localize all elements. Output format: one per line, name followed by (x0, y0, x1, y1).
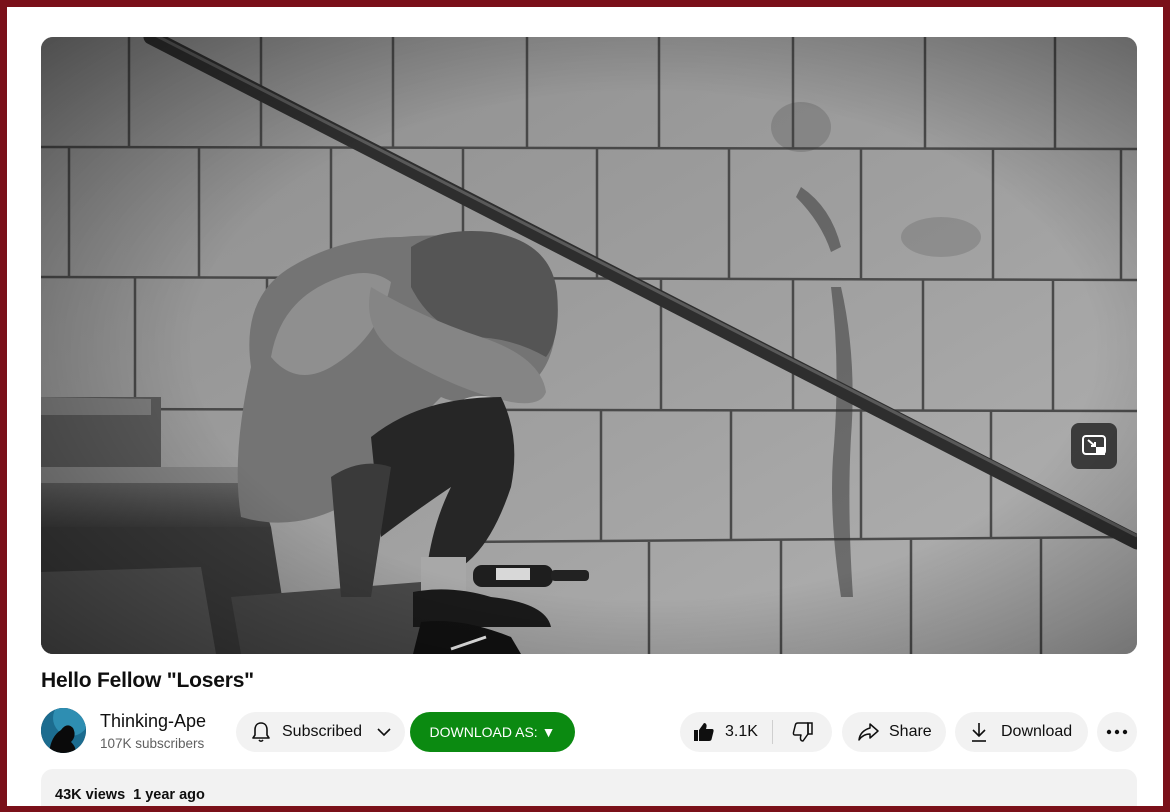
download-icon (969, 721, 989, 743)
miniplayer-icon (1082, 435, 1106, 455)
more-actions-button[interactable] (1097, 712, 1137, 752)
video-title: Hello Fellow "Losers" (41, 669, 254, 692)
download-as-button[interactable]: DOWNLOAD AS: ▼ (410, 712, 575, 752)
thumbs-down-icon (791, 720, 815, 744)
view-count: 43K views (55, 787, 126, 803)
description-box[interactable]: 43K views 1 year ago (41, 769, 1137, 806)
upload-age: 1 year ago (133, 787, 205, 803)
share-button[interactable]: Share (842, 712, 946, 752)
like-count: 3.1K (725, 723, 758, 740)
channel-name[interactable]: Thinking-Ape (100, 711, 206, 732)
download-button[interactable]: Download (955, 712, 1088, 752)
more-horizontal-icon (1106, 729, 1128, 735)
share-label: Share (889, 723, 932, 740)
channel-avatar[interactable] (41, 708, 86, 753)
download-label: Download (1001, 723, 1073, 740)
like-dislike-group: 3.1K (680, 712, 832, 752)
video-frame-image (41, 37, 1137, 654)
like-button[interactable]: 3.1K (680, 712, 772, 752)
subscribed-button[interactable]: Subscribed (236, 712, 405, 752)
chevron-down-icon (374, 722, 394, 742)
page-frame: Hello Fellow "Losers" Thinking-Ape 107K … (7, 7, 1163, 806)
subscriber-count: 107K subscribers (100, 736, 205, 751)
avatar-image (41, 708, 86, 753)
thumbs-up-icon (692, 720, 716, 744)
bell-icon (249, 720, 273, 744)
video-player[interactable] (41, 37, 1137, 654)
miniplayer-button[interactable] (1071, 423, 1117, 469)
subscribed-label: Subscribed (282, 723, 363, 740)
video-meta: 43K views 1 year ago (55, 787, 205, 803)
share-arrow-icon (856, 720, 880, 744)
dislike-button[interactable] (773, 712, 832, 752)
